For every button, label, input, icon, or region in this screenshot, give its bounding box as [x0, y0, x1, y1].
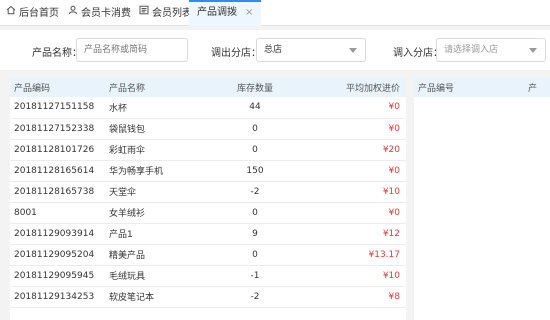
cell-code: 20181128165614 — [10, 160, 105, 182]
table-row[interactable]: 20181129095204 精美产品 0 ¥13.17 — [10, 244, 406, 266]
cell-code: 20181129095945 — [10, 265, 105, 287]
table-row[interactable]: 20181129093914 产品1 9 ¥12 — [10, 223, 406, 245]
cell-name: 华为畅享手机 — [105, 160, 220, 182]
table-row[interactable]: 20181129134253 软皮笔记本 -2 ¥8 — [10, 286, 406, 308]
selected-header-code[interactable]: 产品编号 — [414, 78, 524, 97]
cell-price: ¥0 — [290, 97, 406, 119]
cell-price: ¥8 — [290, 286, 406, 308]
selected-header-row: 产品编号 产 — [414, 78, 550, 97]
tab-bar: 后台首页 会员卡消费 会员列表 产品调拨 × — [0, 0, 550, 26]
cell-price: ¥12 — [290, 223, 406, 245]
cell-name: 彩虹雨伞 — [105, 139, 220, 161]
cell-code: 20181127152338 — [10, 118, 105, 140]
in-store-select[interactable]: 请选择调入店 — [436, 38, 546, 62]
cell-price: ¥10 — [290, 265, 406, 287]
cell-code: 20181128165738 — [10, 181, 105, 203]
cell-name: 水杯 — [105, 97, 220, 119]
cell-stock: 150 — [220, 160, 290, 182]
selected-header-name[interactable]: 产 — [524, 78, 550, 97]
table-row[interactable]: 20181128165738 天堂伞 -2 ¥10 — [10, 181, 406, 203]
cell-price: ¥10 — [290, 181, 406, 203]
selected-table-panel: 产品编号 产 — [414, 78, 550, 320]
cell-stock: 0 — [220, 244, 290, 266]
tab-product-transfer[interactable]: 产品调拨 × — [189, 0, 262, 26]
header-stock[interactable]: 库存数量 — [220, 78, 290, 97]
table-header-row: 产品编码 产品名称 库存数量 平均加权进价 — [10, 78, 406, 97]
cell-code: 20181127151158 — [10, 97, 105, 119]
tab-home[interactable]: 后台首页 — [6, 0, 59, 26]
table-row[interactable]: 20181129095945 毛绒玩具 -1 ¥10 — [10, 265, 406, 287]
cell-name: 毛绒玩具 — [105, 265, 220, 287]
cell-price: ¥0 — [290, 118, 406, 140]
table-row[interactable]: 8001 女羊绒衫 0 ¥0 — [10, 202, 406, 224]
cell-price: ¥13.17 — [290, 244, 406, 266]
header-code[interactable]: 产品编码 — [10, 78, 105, 97]
cell-price: ¥20 — [290, 139, 406, 161]
tab-member-list[interactable]: 会员列表 — [139, 0, 192, 26]
product-name-input[interactable] — [76, 38, 188, 62]
cell-name: 精美产品 — [105, 244, 220, 266]
cell-stock: 0 — [220, 139, 290, 161]
cell-stock: 9 — [220, 223, 290, 245]
cell-name: 产品1 — [105, 223, 220, 245]
cell-code: 20181129134253 — [10, 286, 105, 308]
out-store-label: 调出分店： — [211, 48, 261, 59]
out-store-value: 总店 — [264, 45, 283, 55]
cell-stock: 0 — [220, 118, 290, 140]
table-row[interactable]: 20181128165614 华为畅享手机 150 ¥0 — [10, 160, 406, 182]
cell-price: ¥0 — [290, 202, 406, 224]
close-icon[interactable]: × — [245, 7, 253, 18]
out-store-select[interactable]: 总店 — [256, 38, 366, 62]
tab-member-list-label: 会员列表 — [152, 8, 192, 19]
tab-product-transfer-label: 产品调拨 — [197, 7, 237, 18]
header-price[interactable]: 平均加权进价 — [290, 78, 406, 97]
cell-stock: 44 — [220, 97, 290, 119]
cell-name: 女羊绒衫 — [105, 202, 220, 224]
chevron-down-icon — [349, 48, 357, 53]
cell-stock: -1 — [220, 265, 290, 287]
tab-home-label: 后台首页 — [19, 8, 59, 19]
cell-code: 8001 — [10, 202, 105, 224]
in-store-placeholder: 请选择调入店 — [444, 45, 499, 55]
tab-member-card-consume-label: 会员卡消费 — [81, 8, 131, 19]
table-row[interactable]: 20181127151158 水杯 44 ¥0 — [10, 97, 406, 119]
cell-code: 20181129095204 — [10, 244, 105, 266]
user-icon — [68, 0, 78, 26]
cell-stock: 0 — [220, 202, 290, 224]
product-name-label: 产品名称： — [32, 48, 82, 59]
header-name[interactable]: 产品名称 — [105, 78, 220, 97]
chevron-down-icon — [529, 48, 537, 53]
cell-name: 天堂伞 — [105, 181, 220, 203]
cell-stock: -2 — [220, 181, 290, 203]
product-table: 产品编码 产品名称 库存数量 平均加权进价 20181127151158 水杯 44… — [10, 78, 406, 308]
list-icon — [139, 0, 149, 26]
filter-bar: 产品名称： 调出分店： 总店 调入分店： 请选择调入店 — [0, 30, 550, 70]
tab-member-card-consume[interactable]: 会员卡消费 — [68, 0, 131, 26]
table-row[interactable]: 20181127152338 袋鼠钱包 0 ¥0 — [10, 118, 406, 140]
cell-name: 软皮笔记本 — [105, 286, 220, 308]
home-icon — [6, 0, 16, 26]
cell-stock: -2 — [220, 286, 290, 308]
table-row[interactable]: 20181128101726 彩虹雨伞 0 ¥20 — [10, 139, 406, 161]
cell-code: 20181128101726 — [10, 139, 105, 161]
product-table-panel: 产品编码 产品名称 库存数量 平均加权进价 20181127151158 水杯 44… — [10, 78, 406, 320]
cell-name: 袋鼠钱包 — [105, 118, 220, 140]
cell-price: ¥0 — [290, 160, 406, 182]
selected-table: 产品编号 产 — [414, 78, 550, 97]
cell-code: 20181129093914 — [10, 223, 105, 245]
